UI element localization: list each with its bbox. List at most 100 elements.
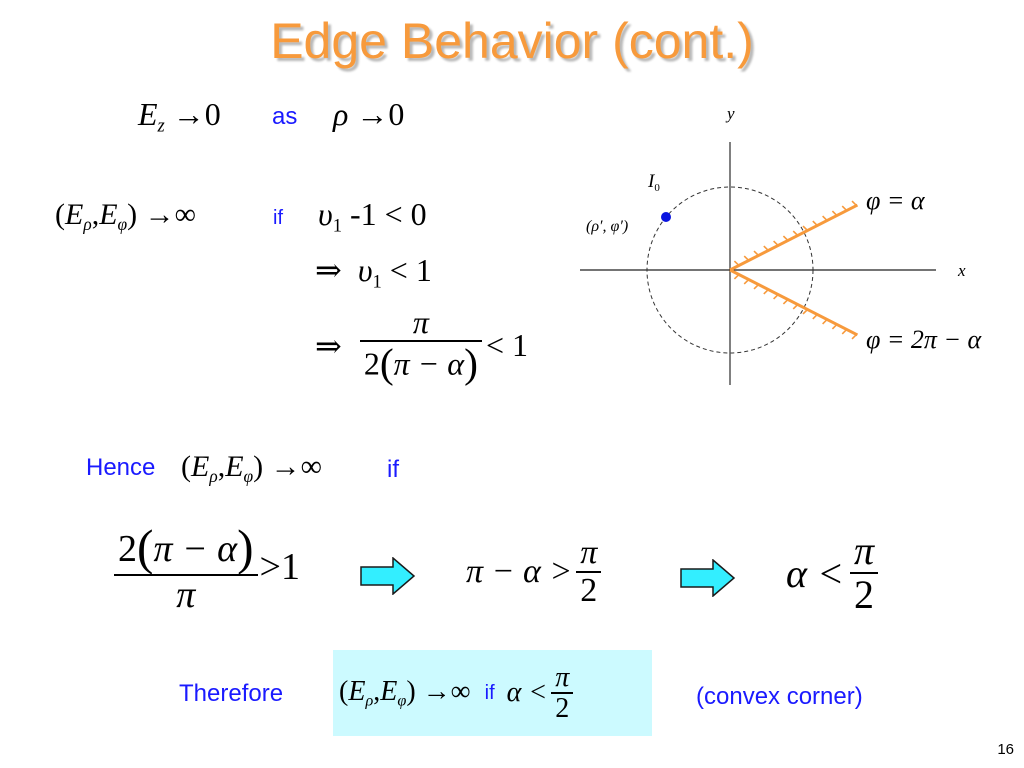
- e-subscript: z: [157, 115, 165, 137]
- infinity-symbol: ∞: [300, 450, 323, 483]
- e-phi: E: [380, 675, 398, 707]
- edge-upper-hatch: [782, 235, 789, 242]
- edge-lower-hatch: [733, 273, 740, 280]
- num-coefficient: 2: [118, 528, 137, 571]
- eq-step1: 2(π − α) π >1: [114, 522, 300, 616]
- keyword-if: if: [387, 456, 399, 483]
- arrow-symbol: →: [422, 675, 451, 707]
- paren-close: ): [127, 198, 138, 231]
- implies-symbol: ⇒: [315, 252, 342, 288]
- edge-upper-hatch: [773, 240, 779, 247]
- edge-upper-hatch: [753, 250, 760, 257]
- paren-open: (: [339, 675, 349, 707]
- zero: 0: [388, 96, 405, 132]
- sub-rho: ρ: [209, 466, 218, 487]
- nu-symbol: υ: [318, 196, 333, 232]
- denominator: 2: [580, 571, 598, 609]
- edge-lower-hatch: [743, 278, 750, 285]
- y-axis-label: y: [725, 104, 735, 123]
- arrow-symbol: →: [172, 96, 205, 132]
- eq-rho-limit: ρ →0: [333, 96, 404, 133]
- denominator: π: [176, 573, 196, 616]
- edge-upper-hatch: [792, 230, 799, 237]
- numerator: π: [555, 661, 570, 693]
- denominator: 2(π − α): [360, 339, 482, 386]
- condition-rest: >1: [259, 545, 300, 588]
- edge-upper-hatch: [802, 225, 809, 232]
- edge-lower-hatch: [773, 293, 779, 300]
- keyword-hence: Hence: [86, 454, 156, 481]
- den-inner: π − α: [393, 345, 465, 382]
- step3-lhs: α <: [786, 550, 844, 596]
- edge-upper-hatch: [733, 260, 740, 267]
- edge-lower-hatch: [782, 298, 789, 305]
- edge-lower-hatch: [841, 328, 848, 335]
- fraction: π 2(π − α): [359, 305, 482, 386]
- paren-close: ): [464, 339, 478, 386]
- edge-lower-hatch: [851, 333, 858, 340]
- eq-ez-limit: Ez →0: [138, 96, 221, 137]
- paren-close: ): [237, 520, 254, 575]
- numerator: π: [854, 528, 875, 573]
- conclusion-highlight-box: (Eρ,Eφ) →∞ if α < π 2: [333, 650, 652, 736]
- fraction: π 2: [551, 661, 574, 724]
- denominator: 2: [555, 693, 570, 724]
- edge-lower-hatch: [812, 313, 818, 320]
- denominator: 2: [854, 572, 875, 617]
- source-label-sub: 0: [654, 182, 660, 194]
- eq-hence-field: (Eρ,Eφ) →∞: [181, 450, 322, 487]
- edge-lower-label: φ = 2π − α: [866, 325, 982, 354]
- infinity-symbol: ∞: [450, 675, 471, 707]
- e-symbol: E: [138, 96, 158, 132]
- eq-step3: α < π 2: [786, 528, 879, 617]
- paren-open: (: [137, 520, 154, 575]
- rho-symbol: ρ: [333, 96, 349, 132]
- numerator: π: [580, 534, 598, 571]
- keyword-if: if: [273, 207, 283, 229]
- sub-rho: ρ: [83, 214, 92, 235]
- fraction: π 2: [850, 528, 879, 617]
- edge-upper-label: φ = α: [866, 186, 926, 215]
- condition-lhs: α <: [506, 677, 548, 708]
- edge-lower-hatch: [753, 283, 760, 290]
- fraction: π 2: [576, 534, 602, 609]
- convex-corner-note: (convex corner): [696, 683, 863, 710]
- edge-lower-hatch: [763, 288, 769, 295]
- edge-lower-hatch: [792, 303, 799, 310]
- implies-symbol: ⇒: [315, 327, 342, 364]
- eq-pi-fraction: ⇒ π 2(π − α) < 1: [315, 305, 528, 386]
- arrow-symbol: →: [270, 450, 301, 483]
- e-rho: E: [191, 450, 210, 483]
- keyword-as: as: [272, 103, 298, 130]
- edge-lower-hatch: [822, 318, 828, 325]
- paren-close: ): [253, 450, 264, 483]
- edge-lower-line: [729, 268, 859, 337]
- arrow-symbol: →: [144, 198, 175, 231]
- edge-upper-hatch: [812, 220, 818, 227]
- arrow-symbol: →: [356, 96, 389, 132]
- conclusion-field: (Eρ,Eφ) →∞: [339, 676, 471, 711]
- source-label: I0: [647, 171, 660, 194]
- condition-rest: < 1: [485, 327, 528, 364]
- eq-nu-condition: υ1 -1 < 0: [318, 196, 427, 237]
- nu-subscript: 1: [372, 271, 382, 293]
- edge-upper-hatch: [841, 205, 848, 212]
- nu-symbol: υ: [357, 252, 373, 288]
- zero: 0: [204, 96, 221, 132]
- nu-subscript: 1: [332, 215, 342, 237]
- num-inner: π − α: [153, 528, 238, 571]
- fraction: 2(π − α) π: [114, 522, 258, 616]
- source-coords: (ρ′, φ′): [586, 218, 628, 235]
- edge-upper-hatch: [851, 200, 858, 207]
- page-number: 16: [997, 741, 1014, 758]
- step2-lhs: π − α >: [466, 552, 573, 590]
- slide-title: Edge Behavior (cont.): [270, 13, 754, 69]
- edge-lower-hatch: [831, 323, 838, 330]
- right-arrow-icon: [680, 559, 736, 597]
- paren-open: (: [181, 450, 191, 483]
- paren-open: (: [55, 198, 65, 231]
- edge-upper-hatch: [831, 210, 838, 217]
- sub-phi: φ: [243, 466, 254, 487]
- e-rho: E: [348, 675, 366, 707]
- sub-phi: φ: [397, 691, 407, 710]
